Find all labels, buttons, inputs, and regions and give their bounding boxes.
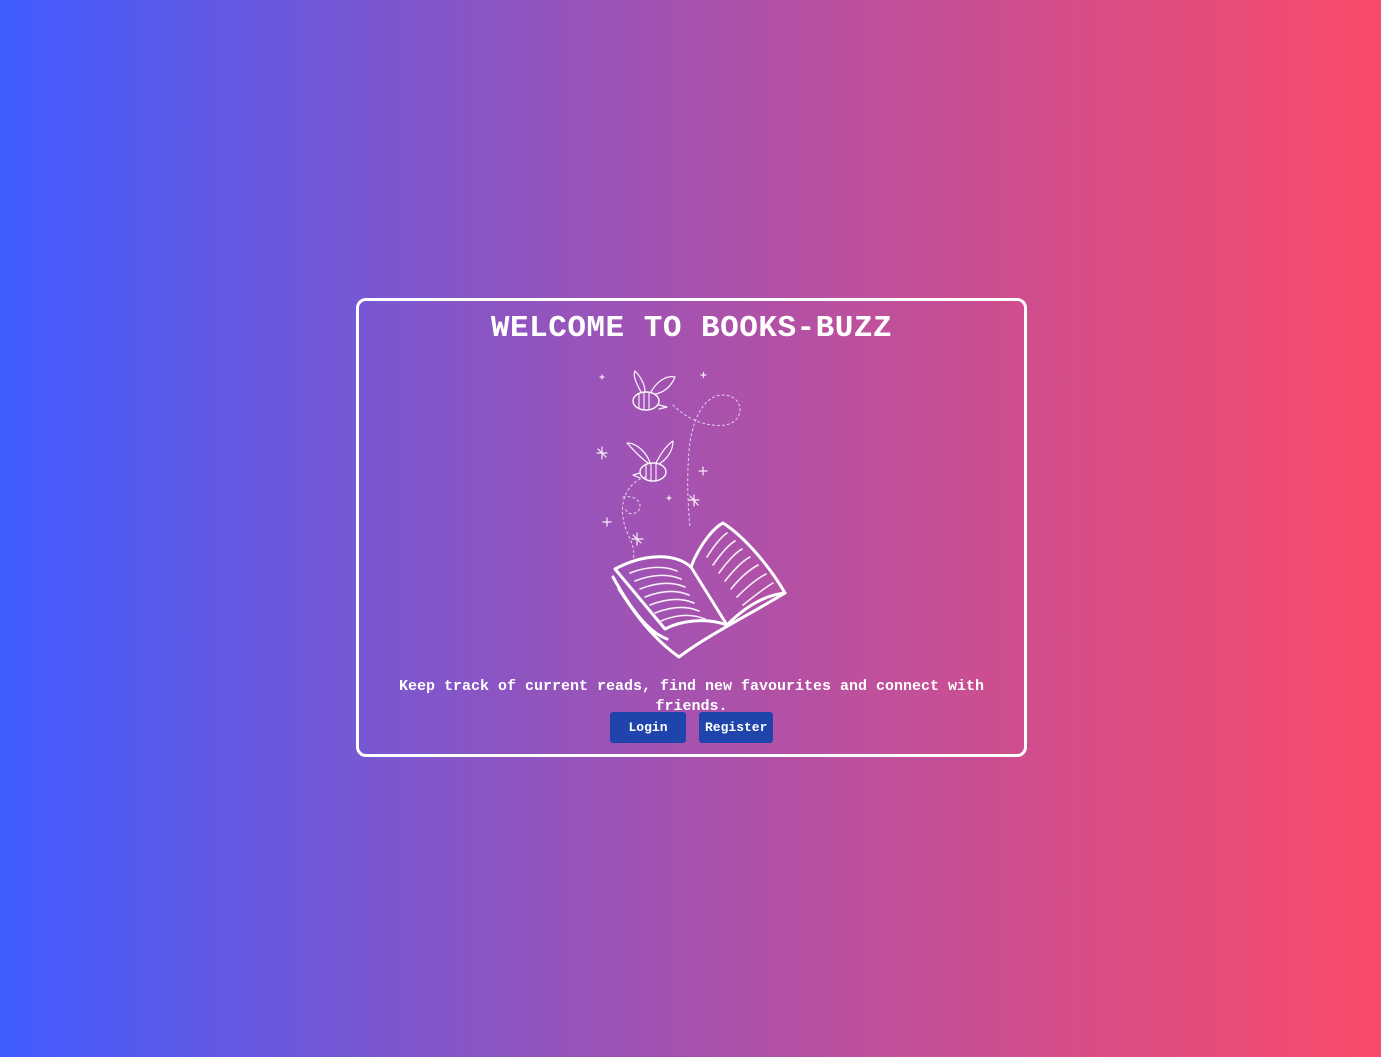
book-icon [611, 521, 787, 659]
register-button[interactable]: Register [699, 712, 773, 743]
welcome-card: WELCOME TO BOOKS-BUZZ Keep track of curr… [356, 298, 1027, 757]
tagline: Keep track of current reads, find new fa… [398, 678, 985, 715]
bee-icon [632, 370, 676, 411]
book-with-bees-icon [595, 367, 791, 659]
bee-icon [626, 440, 674, 482]
page-title: WELCOME TO BOOKS-BUZZ [490, 311, 893, 346]
login-button[interactable]: Login [610, 712, 686, 743]
auth-actions: Login Register [359, 712, 1024, 743]
